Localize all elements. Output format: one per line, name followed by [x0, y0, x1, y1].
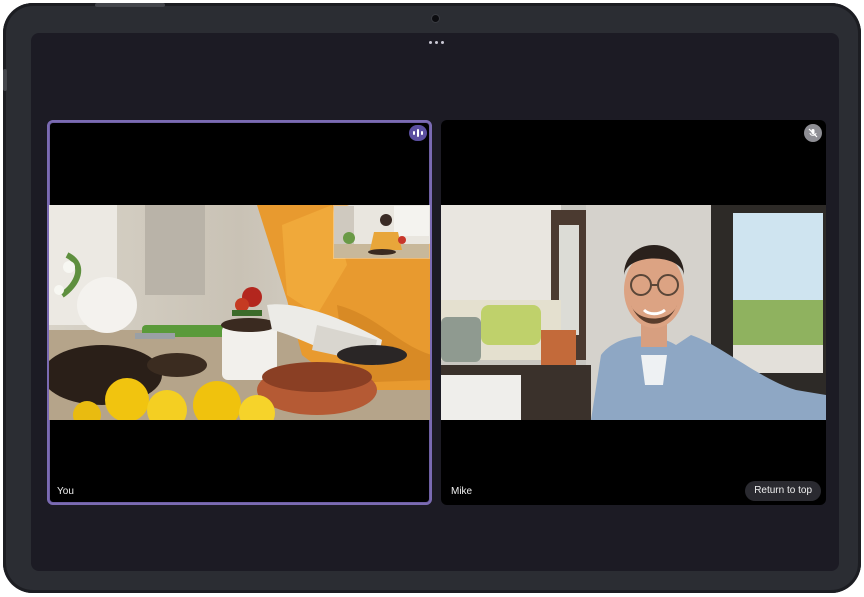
- camera-icon: [432, 15, 439, 22]
- mic-off-icon: [804, 124, 822, 142]
- participant-name-mike: Mike: [451, 486, 473, 497]
- volume-button: [3, 69, 7, 91]
- participant-tile-you[interactable]: You: [47, 120, 432, 505]
- self-view-image: [334, 206, 429, 258]
- mic-off-glyph: [808, 128, 818, 138]
- participant-tile-mike[interactable]: Mike Return to top: [441, 120, 826, 505]
- speaking-indicator-icon: [409, 125, 427, 141]
- more-options-icon[interactable]: [429, 41, 444, 44]
- return-to-top-button[interactable]: Return to top: [745, 481, 821, 501]
- video-feed-you: [47, 205, 432, 420]
- app-screen: You Mike Return to top: [31, 33, 839, 571]
- video-image-selfie: [441, 205, 826, 420]
- participant-name-you: You: [57, 486, 74, 497]
- self-view-preview[interactable]: [333, 205, 430, 259]
- power-button: [95, 3, 165, 7]
- video-feed-mike: [441, 205, 826, 420]
- tablet-device: You Mike Return to top: [3, 3, 861, 593]
